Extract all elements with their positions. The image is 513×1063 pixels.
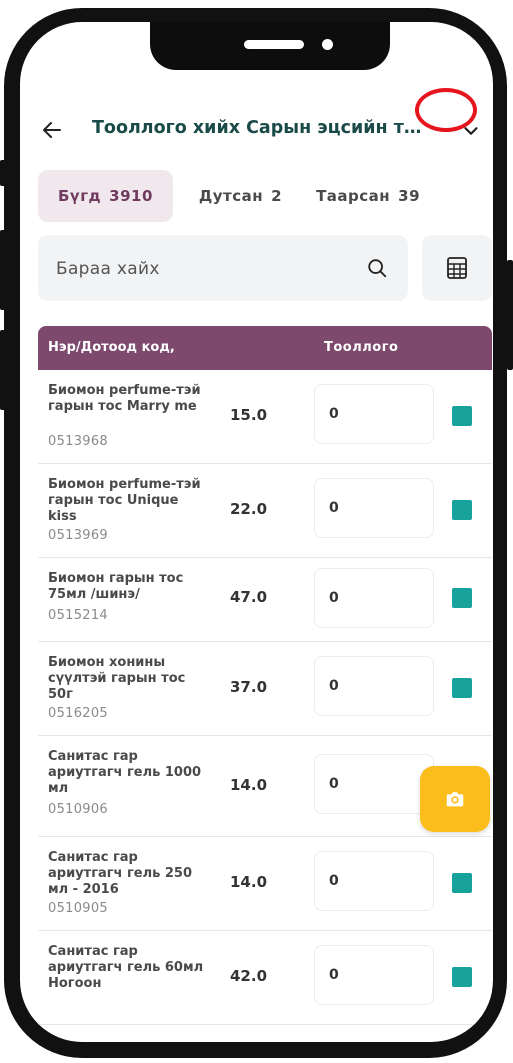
product-qty: 22.0 [230, 500, 268, 518]
count-input[interactable]: 0 [314, 478, 434, 538]
count-input[interactable]: 0 [314, 656, 434, 716]
tab-matched[interactable]: Таарсан 39 [316, 170, 420, 222]
table-row: Биомон perfume-тэй гарын тос Marry me 05… [38, 370, 492, 464]
product-name: Биомон perfume-тэй гарын тос Marry me [48, 383, 201, 414]
table-row: Санитас гар ариутгагч гель 60мл Ногоон 4… [38, 931, 492, 1025]
column-header-name: Нэр/Дотоод код, [48, 340, 175, 355]
filter-tabs: Бүгд 3910 Дутсан 2 Таарсан 39 [38, 170, 454, 222]
table-row: Биомон гарын тос 75мл /шинэ/ 0515214 47.… [38, 558, 492, 642]
column-header-count: Тооллого [324, 340, 399, 355]
tab-count: 39 [398, 187, 421, 205]
count-input[interactable]: 0 [314, 568, 434, 628]
product-qty: 15.0 [230, 406, 268, 424]
product-name: Биомон гарын тос 75мл /шинэ/ [48, 571, 184, 602]
camera-button[interactable] [420, 766, 490, 832]
product-code: 0513968 [48, 434, 108, 449]
tab-label: Таарсан [316, 187, 391, 205]
product-name: Санитас гар ариутгагч гель 250 мл - 2016 [48, 850, 193, 897]
product-qty: 47.0 [230, 588, 268, 606]
count-input[interactable]: 0 [314, 851, 434, 911]
tab-count: 2 [271, 187, 283, 205]
camera-icon [446, 792, 464, 807]
tab-missing[interactable]: Дутсан 2 [199, 170, 282, 222]
product-qty: 42.0 [230, 967, 268, 985]
product-name: Биомон хонины сүүлтэй гарын тос 50г [48, 655, 186, 702]
product-code: 0510905 [48, 901, 108, 916]
calculator-icon [447, 257, 467, 279]
count-input[interactable]: 0 [314, 945, 434, 1005]
search-icon[interactable] [366, 257, 388, 279]
tab-label: Бүгд [58, 187, 102, 205]
product-list: Биомон perfume-тэй гарын тос Marry me 05… [38, 370, 492, 1042]
product-name: Санитас гар ариутгагч гель 1000 мл [48, 749, 202, 796]
product-qty: 14.0 [230, 776, 268, 794]
table-row: Биомон perfume-тэй гарын тос Unique kiss… [38, 464, 492, 558]
phone-side-button [507, 260, 513, 370]
arrow-left-icon[interactable] [40, 118, 64, 142]
phone-notch [150, 22, 390, 70]
highlight-ring [415, 88, 477, 132]
product-code: 0513969 [48, 528, 108, 543]
table-row: Биомон хонины сүүлтэй гарын тос 50г 0516… [38, 642, 492, 736]
table-header: Нэр/Дотоод код, Тооллого [38, 326, 492, 370]
search-input[interactable] [54, 235, 358, 303]
tab-label: Дутсан [198, 187, 264, 205]
table-row: Санитас гар ариутгагч гель 250 мл - 2016… [38, 837, 492, 931]
product-code: 0515214 [48, 608, 108, 623]
status-check[interactable] [452, 588, 472, 608]
count-input[interactable]: 0 [314, 754, 434, 814]
product-qty: 37.0 [230, 678, 268, 696]
tab-all[interactable]: Бүгд 3910 [38, 170, 173, 222]
front-camera-icon [322, 39, 333, 50]
count-input[interactable]: 0 [314, 384, 434, 444]
calculator-button[interactable] [422, 235, 492, 301]
status-check[interactable] [452, 967, 472, 987]
status-check[interactable] [452, 678, 472, 698]
speaker-icon [244, 40, 304, 49]
product-name: Санитас гар ариутгагч гель 60мл Ногоон [48, 944, 204, 991]
status-check[interactable] [452, 873, 472, 893]
phone-screen: Тооллого хийх Сарын эцсийн то... Бүгд 391… [20, 22, 493, 1042]
search-box [38, 235, 408, 303]
product-code: 0510906 [48, 802, 108, 817]
product-code: 0516205 [48, 706, 108, 721]
page-title: Тооллого хийх Сарын эцсийн то... [92, 118, 432, 138]
product-name: Биомон perfume-тэй гарын тос Unique kiss [48, 477, 201, 524]
status-check[interactable] [452, 406, 472, 426]
status-check[interactable] [452, 500, 472, 520]
product-qty: 14.0 [230, 873, 268, 891]
tab-count: 3910 [109, 187, 153, 205]
